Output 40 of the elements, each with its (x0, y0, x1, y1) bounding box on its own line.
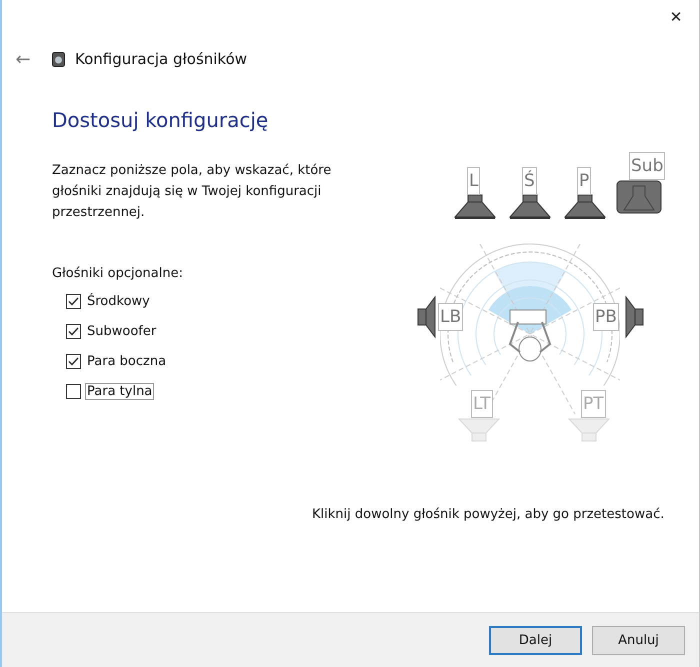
speaker-icon (417, 295, 437, 339)
speaker-label: PT (581, 390, 606, 418)
speaker-label: Ś (522, 167, 537, 195)
speaker-label: L (467, 167, 480, 195)
speaker-icon (563, 194, 607, 220)
speaker-button[interactable] (508, 194, 552, 220)
options-label: Głośniki opcjonalne: (52, 266, 184, 281)
speaker-label: P (577, 167, 592, 195)
speaker-label: LB (438, 303, 464, 331)
window-title: Konfiguracja głośników (75, 50, 248, 68)
speaker-icon (52, 52, 65, 66)
speaker-icon (453, 194, 497, 220)
page-heading: Dostosuj konfigurację (52, 108, 270, 132)
close-button[interactable]: ✕ (653, 0, 699, 34)
speaker-icon (457, 417, 501, 443)
checkbox[interactable] (66, 354, 81, 368)
speaker-label: LT (471, 390, 493, 418)
speaker-icon (567, 417, 611, 443)
speaker-button[interactable] (417, 295, 437, 339)
checkbox-label[interactable]: Subwoofer (85, 322, 158, 340)
speaker-label: PB (593, 303, 619, 331)
checkbox[interactable] (66, 294, 81, 308)
subwoofer-icon (616, 180, 662, 214)
checkbox-label[interactable]: Para tylna (85, 382, 154, 400)
checkbox-label[interactable]: Para boczna (85, 352, 168, 370)
checkbox-label[interactable]: Środkowy (85, 292, 152, 310)
checkbox[interactable] (66, 384, 81, 398)
speaker-button[interactable] (453, 194, 497, 220)
speaker-button[interactable] (616, 180, 662, 214)
back-button[interactable]: ← (12, 48, 34, 70)
next-button[interactable]: Dalej (489, 626, 582, 654)
description-text: Zaznacz poniższe pola, aby wskazać, które głośniki znajdują się w Twojej konfiguracji przestrzennej. (52, 162, 332, 222)
cancel-button[interactable]: Anuluj (592, 626, 685, 654)
hint-text: Kliknij dowolny głośnik powyżej, aby go przetestować. (312, 507, 666, 522)
checkbox[interactable] (66, 324, 81, 338)
speaker-button[interactable] (563, 194, 607, 220)
speaker-button[interactable] (624, 295, 644, 339)
speaker-label: Sub (629, 152, 666, 180)
speaker-icon (624, 295, 644, 339)
speaker-icon (508, 194, 552, 220)
